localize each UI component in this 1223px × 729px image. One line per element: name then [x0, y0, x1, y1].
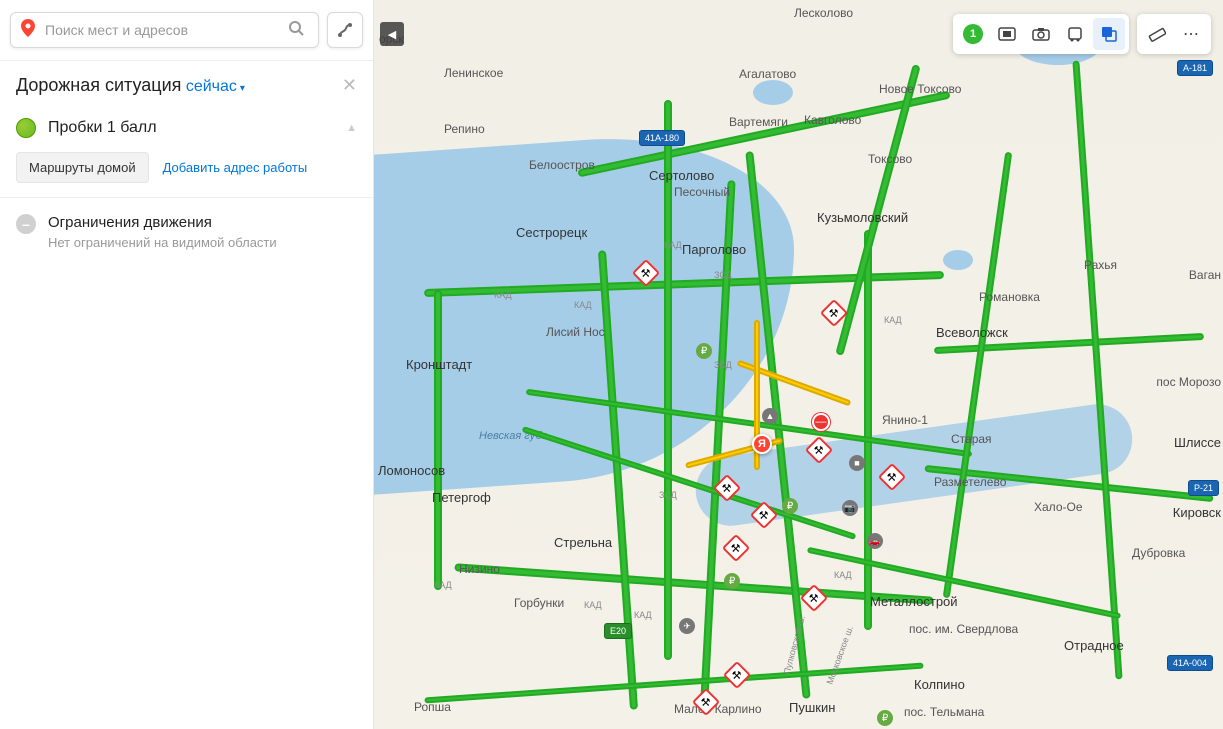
more-button[interactable]: ⋯ [1175, 18, 1207, 50]
water-lake [753, 80, 793, 105]
city-label: пос Морозо [1156, 375, 1221, 389]
city-label: Колпино [914, 677, 965, 692]
city-label: Репино [444, 122, 485, 136]
search-box[interactable] [10, 12, 319, 48]
restrictions-subtitle: Нет ограничений на видимой области [48, 235, 277, 250]
road-label: ЗСД [714, 270, 732, 280]
accident-icon[interactable]: 🚗 [867, 533, 883, 549]
city-label: Дубровка [1132, 546, 1185, 560]
poi-icon[interactable]: ✈ [679, 618, 695, 634]
city-label: пос. им. Свердлова [909, 622, 1018, 636]
road-label: КАД [434, 580, 452, 590]
road-label: КАД [494, 290, 512, 300]
road [934, 333, 1204, 354]
road-label: КАД [634, 610, 652, 620]
road [664, 100, 672, 660]
road-label: КАД [574, 300, 592, 310]
sidebar: Дорожная ситуация сейчас ✕ Пробки 1 балл… [0, 0, 374, 729]
collapse-sidebar-button[interactable]: ◀ [380, 22, 404, 46]
roadwork-icon[interactable]: ⚒ [723, 661, 751, 689]
poi-icon[interactable]: ■ [849, 455, 865, 471]
road-label: КАД [664, 240, 682, 250]
water-lake [943, 250, 973, 270]
road-label: Московское ш. [825, 624, 855, 685]
roadwork-icon[interactable]: ⚒ [692, 688, 720, 716]
road-label: ЗСД [714, 360, 732, 370]
route-button[interactable] [327, 12, 363, 48]
ruler-button[interactable] [1141, 18, 1173, 50]
restrictions-title: Ограничения движения [48, 214, 277, 231]
road-label: КАД [834, 570, 852, 580]
add-work-link[interactable]: Добавить адрес работы [163, 160, 308, 175]
panel-time-selector[interactable]: сейчас [186, 78, 245, 95]
yandex-marker[interactable]: Я [752, 434, 772, 454]
poi-icon[interactable]: ▲ [762, 408, 778, 424]
city-label: Кузьмоловский [817, 210, 908, 225]
roadwork-icon[interactable]: ⚒ [722, 534, 750, 562]
city-label: Пушкин [789, 700, 835, 715]
layers-button[interactable] [1093, 18, 1125, 50]
road-label: КАД [584, 600, 602, 610]
city-label: Янино-1 [882, 413, 928, 427]
panel-title: Дорожная ситуация [16, 75, 181, 95]
camera-icon[interactable]: 📷 [842, 500, 858, 516]
search-row [0, 0, 373, 60]
route-shield: 41А-180 [639, 130, 685, 146]
search-button[interactable] [284, 16, 308, 45]
search-input[interactable] [45, 22, 284, 38]
traffic-level-icon [16, 118, 36, 138]
city-label: Ленинское [444, 66, 503, 80]
pin-icon [21, 19, 35, 42]
transport-layer-button[interactable] [1059, 18, 1091, 50]
city-label: Всеволожск [936, 325, 1008, 340]
city-label: Шлиссе [1174, 435, 1221, 450]
traffic-label: Пробки 1 балл [48, 119, 334, 137]
panel-header: Дорожная ситуация сейчас ✕ [0, 60, 373, 110]
toll-icon[interactable]: ₽ [724, 573, 740, 589]
close-button[interactable]: ✕ [342, 75, 357, 96]
route-shield: А-181 [1177, 60, 1213, 76]
city-label: Хало-Ое [1034, 500, 1083, 514]
road-block-icon[interactable]: — [812, 413, 830, 431]
home-routes-button[interactable]: Маршруты домой [16, 152, 149, 183]
road-label: КАД [884, 315, 902, 325]
street-panorama-button[interactable] [991, 18, 1023, 50]
toll-icon[interactable]: ₽ [696, 343, 712, 359]
toll-icon[interactable]: ₽ [877, 710, 893, 726]
route-shield: Р-21 [1188, 480, 1219, 496]
city-label: Ваган [1189, 268, 1221, 282]
road [454, 563, 933, 604]
road [1072, 61, 1122, 680]
city-label: пос. Тельмана [904, 705, 984, 719]
traffic-block: Пробки 1 балл ▲ Маршруты домой Добавить … [0, 110, 373, 198]
road-label: ЗСД [659, 490, 677, 500]
city-label: Лесколово [794, 6, 853, 20]
restrictions-block[interactable]: – Ограничения движения Нет ограничений н… [0, 198, 373, 266]
city-label: Агалатово [739, 67, 796, 81]
road [864, 230, 872, 630]
route-shield: 41А-004 [1167, 655, 1213, 671]
route-shield: Е20 [604, 623, 632, 639]
road [434, 290, 442, 590]
city-label: Кировск [1173, 505, 1221, 520]
map-toolbar: 1 ⋯ [953, 14, 1211, 54]
toll-icon[interactable]: ₽ [782, 498, 798, 514]
road [424, 663, 923, 704]
chevron-up-icon[interactable]: ▲ [346, 122, 357, 134]
traffic-layer-button[interactable]: 1 [957, 18, 989, 50]
road [807, 547, 1121, 619]
map-canvas[interactable]: Невская губа КАД КАД КАД КАД КАД КАД КАД… [374, 0, 1223, 729]
city-label: Горбунки [514, 596, 564, 610]
photo-layer-button[interactable] [1025, 18, 1057, 50]
road [943, 152, 1013, 599]
city-label: Стрельна [554, 535, 612, 550]
restriction-icon: – [16, 214, 36, 234]
